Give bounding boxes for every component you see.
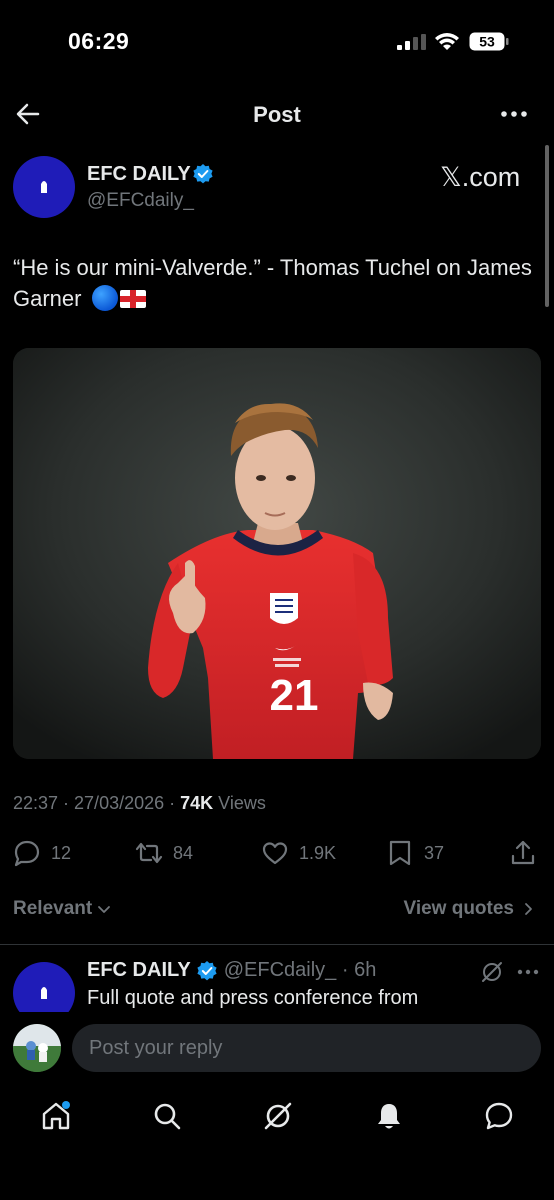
views-label: Views [213, 793, 266, 813]
more-icon[interactable] [516, 962, 540, 982]
user-avatar[interactable] [13, 1024, 61, 1072]
author-avatar[interactable] [13, 156, 75, 218]
divider [0, 944, 554, 945]
bookmark-icon [389, 840, 411, 866]
repost-button[interactable]: 84 [135, 835, 193, 871]
bottom-nav [0, 1090, 554, 1200]
post-image[interactable]: 21 [13, 348, 541, 759]
share-button[interactable] [509, 835, 537, 871]
notifications-icon [378, 1104, 400, 1129]
reply-author-name[interactable]: EFC DAILY [87, 959, 191, 982]
verified-badge-icon [193, 164, 213, 184]
player-photo: 21 [13, 348, 541, 759]
repost-count: 84 [173, 842, 194, 863]
source-badge: 𝕏.com [440, 162, 521, 192]
post-text-content: “He is our mini-Valverde.” - Thomas Tuch… [13, 255, 532, 311]
repost-icon [135, 842, 163, 864]
wifi-icon [435, 33, 459, 50]
blue-circle-emoji-icon [91, 285, 118, 311]
reply-text: Full quote and press conference from [87, 987, 419, 1009]
like-button[interactable]: 1.9K [261, 835, 336, 871]
sort-dropdown[interactable]: Relevant [13, 898, 112, 920]
page-title: Post [253, 102, 301, 127]
nav-notifications[interactable] [373, 1100, 405, 1132]
heart-icon [262, 842, 288, 865]
verified-badge-icon [197, 960, 217, 980]
battery-icon: 53 [469, 32, 509, 51]
post-meta: 22:37 · 27/03/2026 · 74K Views [13, 793, 266, 814]
reply-count: 12 [51, 842, 72, 863]
like-count: 1.9K [299, 842, 337, 863]
reply-button[interactable]: 12 [13, 835, 71, 871]
views-count: 74K [180, 793, 214, 813]
battery-level: 53 [479, 34, 495, 50]
header: Post [0, 92, 554, 136]
messages-icon [485, 1102, 513, 1130]
status-time: 06:29 [68, 28, 130, 54]
reply-author-handle[interactable]: @EFCdaily_ · 6h [224, 959, 377, 982]
home-icon [42, 1101, 70, 1130]
svg-text:21: 21 [270, 671, 319, 720]
view-quotes-link[interactable]: View quotes [403, 898, 536, 920]
status-bar: 06:29 53 [0, 0, 554, 80]
search-icon [154, 1103, 181, 1130]
bookmark-count: 37 [424, 842, 445, 863]
england-flag-emoji-icon [119, 290, 146, 308]
post-actions: 12 84 1.9K 37 [0, 835, 554, 871]
signal-icon [397, 34, 426, 50]
user-photo [13, 1024, 61, 1072]
post-text: “He is our mini-Valverde.” - Thomas Tuch… [13, 252, 533, 314]
author-name[interactable]: EFC DAILY [87, 163, 191, 186]
reply-icon [14, 840, 40, 867]
bookmark-button[interactable]: 37 [386, 835, 444, 871]
nav-search[interactable] [151, 1100, 183, 1132]
grok-icon [264, 1102, 292, 1130]
more-icon[interactable] [498, 104, 530, 124]
view-quotes-label: View quotes [403, 898, 514, 919]
reply-composer [0, 1012, 554, 1088]
share-icon [511, 840, 535, 865]
chevron-down-icon [98, 906, 111, 913]
sort-label: Relevant [13, 898, 93, 919]
tower-icon [41, 181, 47, 193]
nav-home[interactable] [40, 1100, 72, 1132]
nav-grok[interactable] [262, 1100, 294, 1132]
reply-input[interactable] [72, 1024, 541, 1072]
grok-icon[interactable] [480, 960, 504, 984]
reply-header: EFC DAILY @EFCdaily_ · 6h [87, 959, 376, 982]
chevron-right-icon [525, 903, 532, 915]
scrollbar[interactable] [545, 145, 549, 307]
author-handle[interactable]: @EFCdaily_ [87, 190, 194, 212]
nav-messages[interactable] [483, 1100, 515, 1132]
post-timestamp: 22:37 · 27/03/2026 · [13, 793, 181, 813]
